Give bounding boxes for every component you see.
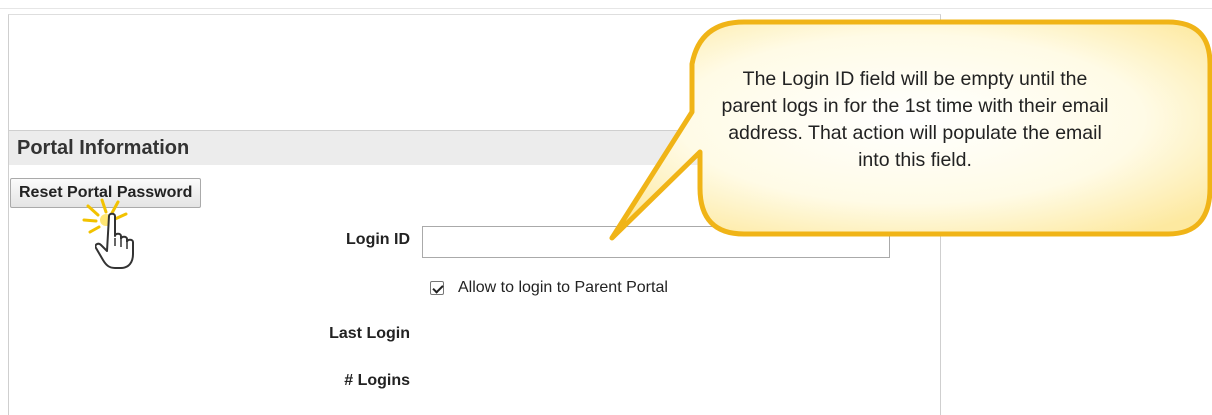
- last-login-label: Last Login: [329, 325, 410, 342]
- login-id-label: Login ID: [346, 231, 410, 248]
- logins-count-label: # Logins: [344, 372, 410, 389]
- allow-login-checkbox[interactable]: [430, 281, 444, 295]
- allow-login-row[interactable]: Allow to login to Parent Portal: [430, 277, 668, 299]
- callout-text: The Login ID field will be empty until t…: [721, 68, 1109, 171]
- login-id-label-wrap: Login ID: [200, 231, 410, 255]
- section-title: Portal Information: [17, 137, 190, 159]
- hand-pointer-icon: [95, 212, 134, 269]
- allow-login-label: Allow to login to Parent Portal: [458, 279, 668, 296]
- last-login-label-wrap: Last Login: [200, 325, 410, 349]
- top-divider: [0, 0, 1212, 9]
- logins-count-label-wrap: # Logins: [200, 372, 410, 396]
